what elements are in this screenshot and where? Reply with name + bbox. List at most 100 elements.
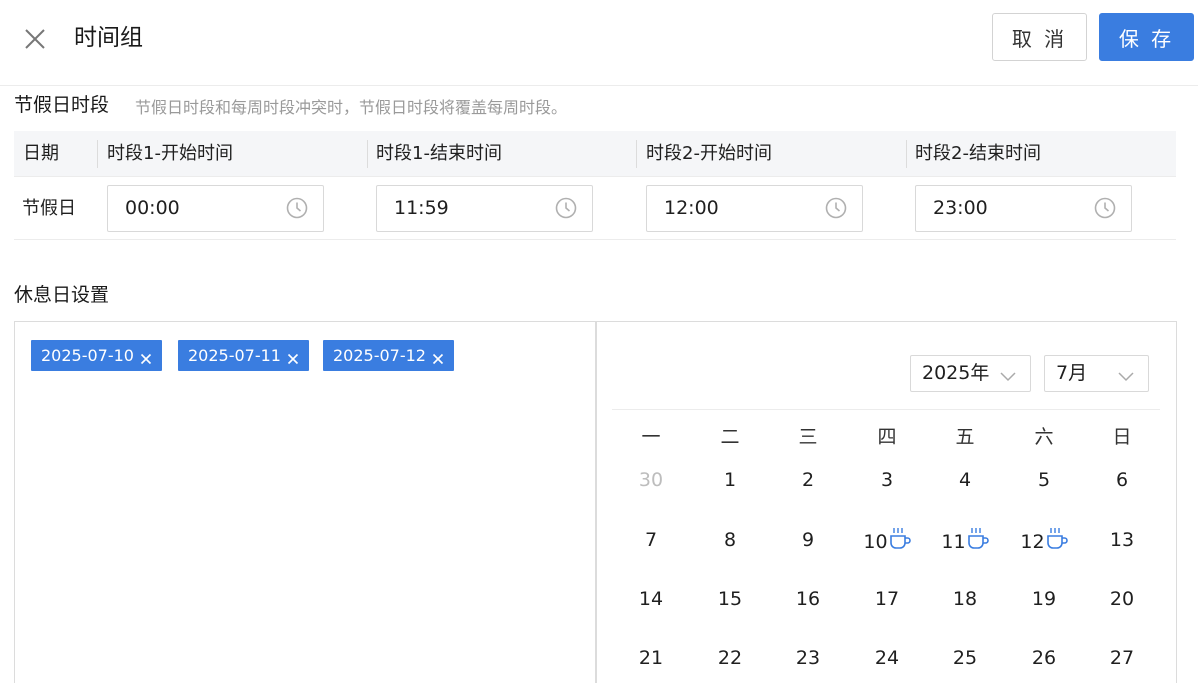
calendar-day-number: 20 (1109, 588, 1135, 610)
calendar-day-rest[interactable]: 12 (1009, 527, 1079, 555)
time-value: 00:00 (125, 197, 180, 219)
chevron-down-icon (1118, 367, 1134, 382)
calendar-day-number: 15 (717, 588, 743, 610)
column-divider (636, 140, 637, 168)
rest-day-tag: 2025-07-12 (323, 340, 454, 371)
calendar-day[interactable]: 23 (773, 645, 843, 671)
calendar-day-number: 18 (952, 588, 978, 610)
weekday-label: 六 (1034, 426, 1054, 448)
calendar-day[interactable]: 26 (1009, 645, 1079, 671)
row-label-holiday: 节假日 (22, 198, 76, 219)
calendar-day[interactable]: 3 (852, 467, 922, 493)
calendar-day-number: 17 (874, 588, 900, 610)
calendar-day[interactable]: 30 (616, 467, 686, 493)
calendar-day[interactable]: 5 (1009, 467, 1079, 493)
calendar-day[interactable]: 14 (616, 586, 686, 612)
time-value: 11:59 (394, 197, 449, 219)
column-divider (97, 140, 98, 168)
calendar-day[interactable]: 27 (1087, 645, 1157, 671)
coffee-cup-icon (889, 527, 911, 551)
calendar-day[interactable]: 25 (930, 645, 1000, 671)
calendar-day-number: 1 (723, 469, 737, 491)
calendar-day-number: 11 (941, 531, 966, 553)
clock-icon[interactable] (555, 197, 577, 219)
column-header-slot2-start: 时段2-开始时间 (646, 143, 772, 164)
calendar-day[interactable]: 9 (773, 527, 843, 553)
calendar-day-rest[interactable]: 10 (852, 527, 922, 555)
coffee-cup-icon (1046, 527, 1068, 551)
calendar-day-number: 3 (880, 469, 894, 491)
calendar-day[interactable]: 2 (773, 467, 843, 493)
weekday-label: 日 (1112, 426, 1132, 448)
weekday-label: 一 (641, 426, 661, 448)
year-select-value: 2025年 (922, 362, 990, 384)
remove-tag-icon[interactable] (432, 350, 444, 364)
rest-day-tag: 2025-07-11 (178, 340, 309, 371)
calendar-divider (612, 409, 1160, 410)
calendar-day[interactable]: 17 (852, 586, 922, 612)
calendar-day-number: 12 (1020, 531, 1045, 553)
calendar-day-number: 19 (1031, 588, 1057, 610)
weekday-label: 四 (877, 426, 897, 448)
calendar-day[interactable]: 8 (695, 527, 765, 553)
calendar-day[interactable]: 21 (616, 645, 686, 671)
calendar-day-rest[interactable]: 11 (930, 527, 1000, 555)
chevron-down-icon (1000, 367, 1016, 382)
calendar-day[interactable]: 18 (930, 586, 1000, 612)
calendar-day-number: 5 (1037, 469, 1051, 491)
calendar-day-number: 27 (1109, 647, 1135, 669)
holiday-section-title: 节假日时段 (14, 94, 110, 116)
time-value: 12:00 (664, 197, 719, 219)
cancel-button[interactable]: 取 消 (992, 13, 1087, 61)
calendar-day-number: 2 (801, 469, 815, 491)
calendar-day-number: 14 (638, 588, 664, 610)
remove-tag-icon[interactable] (287, 350, 299, 364)
calendar-day-number: 6 (1115, 469, 1129, 491)
holiday-section-hint: 节假日时段和每周时段冲突时，节假日时段将覆盖每周时段。 (135, 98, 568, 117)
column-divider (906, 140, 907, 168)
calendar-day[interactable]: 6 (1087, 467, 1157, 493)
tag-label: 2025-07-10 (41, 346, 134, 365)
close-icon[interactable] (20, 24, 50, 54)
calendar-day[interactable]: 15 (695, 586, 765, 612)
rest-section-title: 休息日设置 (14, 284, 110, 306)
clock-icon[interactable] (1094, 197, 1116, 219)
calendar-day-number: 16 (795, 588, 821, 610)
selected-rest-days: 2025-07-10 2025-07-11 2025-07-12 (15, 322, 597, 683)
calendar-day-number: 13 (1109, 529, 1135, 551)
save-button[interactable]: 保 存 (1099, 13, 1194, 61)
calendar-day-number: 25 (952, 647, 978, 669)
calendar-day[interactable]: 16 (773, 586, 843, 612)
calendar-day[interactable]: 20 (1087, 586, 1157, 612)
calendar-day[interactable]: 22 (695, 645, 765, 671)
slot1-end-time-input[interactable]: 11:59 (376, 185, 593, 232)
clock-icon[interactable] (825, 197, 847, 219)
slot1-start-time-input[interactable]: 00:00 (107, 185, 324, 232)
calendar-day[interactable]: 24 (852, 645, 922, 671)
calendar-day-number: 23 (795, 647, 821, 669)
month-select-value: 7月 (1056, 362, 1088, 384)
clock-icon[interactable] (286, 197, 308, 219)
calendar-day-number: 26 (1031, 647, 1057, 669)
page-header: 时间组 取 消 保 存 (0, 0, 1198, 86)
calendar-day[interactable]: 1 (695, 467, 765, 493)
weekday-label: 三 (798, 426, 818, 448)
tag-label: 2025-07-11 (188, 346, 281, 365)
calendar-day[interactable]: 19 (1009, 586, 1079, 612)
calendar-day[interactable]: 7 (616, 527, 686, 553)
month-select[interactable]: 7月 (1044, 355, 1149, 392)
column-header-date: 日期 (23, 143, 59, 164)
calendar-day-number: 7 (644, 529, 658, 551)
calendar-day-number: 10 (863, 531, 888, 553)
year-select[interactable]: 2025年 (910, 355, 1031, 392)
slot2-start-time-input[interactable]: 12:00 (646, 185, 863, 232)
slot2-end-time-input[interactable]: 23:00 (915, 185, 1132, 232)
holiday-time-table: 日期 时段1-开始时间 时段1-结束时间 时段2-开始时间 时段2-结束时间 节… (14, 131, 1176, 240)
calendar-day-number: 21 (638, 647, 664, 669)
coffee-cup-icon (967, 527, 989, 551)
calendar-day[interactable]: 4 (930, 467, 1000, 493)
column-header-slot1-start: 时段1-开始时间 (107, 143, 233, 164)
calendar-day[interactable]: 13 (1087, 527, 1157, 553)
remove-tag-icon[interactable] (140, 350, 152, 364)
column-divider (367, 140, 368, 168)
